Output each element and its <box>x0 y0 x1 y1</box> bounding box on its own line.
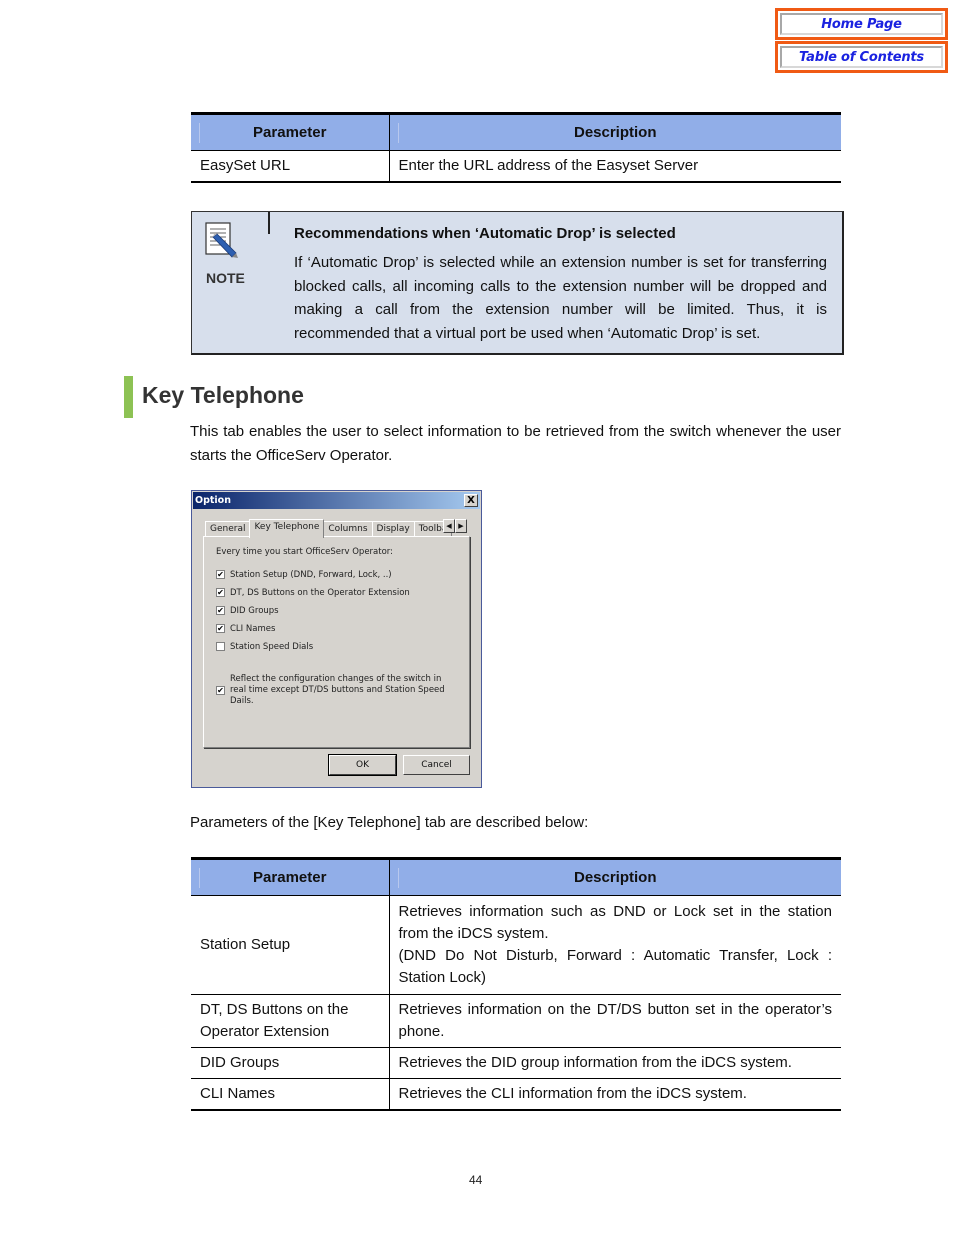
checkbox-cli-names[interactable]: ✔ CLI Names <box>216 624 275 635</box>
option-dialog: Option X General Key Telephone Columns D… <box>191 490 482 788</box>
checkbox-station-speed-dials[interactable]: Station Speed Dials <box>216 642 313 653</box>
tab-panel: Every time you start OfficeServ Operator… <box>203 536 470 748</box>
checkbox-did-groups[interactable]: ✔ DID Groups <box>216 606 279 617</box>
description-cell: Retrieves the CLI information from the i… <box>388 1078 841 1111</box>
checkbox-icon[interactable]: ✔ <box>216 570 225 579</box>
page-number: 44 <box>469 1173 483 1187</box>
dialog-tabs: General Key Telephone Columns Display To… <box>205 518 453 538</box>
note-body: If ‘Automatic Drop’ is selected while an… <box>294 254 827 342</box>
table-header-row: Parameter Description <box>191 857 841 896</box>
checkbox-icon[interactable]: ✔ <box>216 624 225 633</box>
params-intro: Parameters of the [Key Telephone] tab ar… <box>190 814 589 831</box>
ok-button[interactable]: OK <box>328 754 397 776</box>
header-parameter: Parameter <box>191 112 389 151</box>
header-parameter: Parameter <box>191 857 389 896</box>
section-title: Key Telephone <box>142 382 304 408</box>
header-description: Description <box>388 112 841 151</box>
tab-key-telephone[interactable]: Key Telephone <box>249 519 325 538</box>
parameter-cell: CLI Names <box>191 1078 389 1111</box>
section-intro: This tab enables the user to select info… <box>190 423 841 464</box>
note-divider <box>268 212 270 234</box>
dialog-title: Option <box>195 495 231 506</box>
table-row: Station Setup Retrieves information such… <box>191 895 841 995</box>
checkbox-icon[interactable]: ✔ <box>216 588 225 597</box>
checkbox-icon[interactable]: ✔ <box>216 606 225 615</box>
parameter-cell: DID Groups <box>191 1047 389 1079</box>
cancel-button[interactable]: Cancel <box>403 755 470 775</box>
scroll-right-icon[interactable]: ▶ <box>455 519 467 533</box>
key-telephone-parameter-table: Parameter Description Station Setup Retr… <box>191 857 841 1111</box>
checkbox-icon[interactable] <box>216 642 225 651</box>
note-label: NOTE <box>206 270 245 286</box>
table-header-row: Parameter Description <box>191 112 841 151</box>
table-row: DID Groups Retrieves the DID group infor… <box>191 1047 841 1079</box>
tab-display[interactable]: Display <box>371 521 415 537</box>
parameter-cell: DT, DS Buttons on the Operator Extension <box>191 994 389 1048</box>
parameter-cell: EasySet URL <box>191 150 389 183</box>
tab-scroll-buttons: ◀ ▶ <box>443 519 467 533</box>
checkbox-icon[interactable]: ✔ <box>216 686 225 695</box>
dialog-titlebar: Option X <box>193 492 480 509</box>
note-box: NOTE Recommendations when ‘Automatic Dro… <box>191 211 844 355</box>
description-cell: Enter the URL address of the Easyset Ser… <box>388 150 841 183</box>
tab-general[interactable]: General <box>205 521 251 537</box>
description-cell: Retrieves the DID group information from… <box>388 1047 841 1079</box>
table-row: CLI Names Retrieves the CLI information … <box>191 1078 841 1111</box>
header-description: Description <box>388 857 841 896</box>
table-row: EasySet URL Enter the URL address of the… <box>191 150 841 183</box>
scroll-left-icon[interactable]: ◀ <box>443 519 455 533</box>
close-icon[interactable]: X <box>464 494 478 507</box>
tab-columns[interactable]: Columns <box>323 521 373 537</box>
home-page-button[interactable]: Home Page <box>775 8 948 40</box>
note-pencil-icon <box>205 222 238 258</box>
easyset-parameter-table: Parameter Description EasySet URL Enter … <box>191 112 841 183</box>
note-title: Recommendations when ‘Automatic Drop’ is… <box>294 225 676 242</box>
description-cell: Retrieves information such as DND or Loc… <box>388 895 841 995</box>
table-row: DT, DS Buttons on the Operator Extension… <box>191 994 841 1048</box>
table-of-contents-button[interactable]: Table of Contents <box>775 41 948 73</box>
checkbox-reflect-changes[interactable]: ✔ Reflect the configuration changes of t… <box>216 674 456 707</box>
section-accent-bar <box>124 376 133 418</box>
table-of-contents-label: Table of Contents <box>780 46 943 68</box>
panel-heading: Every time you start OfficeServ Operator… <box>216 547 394 557</box>
checkbox-dt-ds-buttons[interactable]: ✔ DT, DS Buttons on the Operator Extensi… <box>216 588 410 599</box>
home-page-label: Home Page <box>780 13 943 35</box>
parameter-cell: Station Setup <box>191 895 389 995</box>
description-cell: Retrieves information on the DT/DS butto… <box>388 994 841 1048</box>
checkbox-station-setup[interactable]: ✔ Station Setup (DND, Forward, Lock, ..) <box>216 570 392 581</box>
